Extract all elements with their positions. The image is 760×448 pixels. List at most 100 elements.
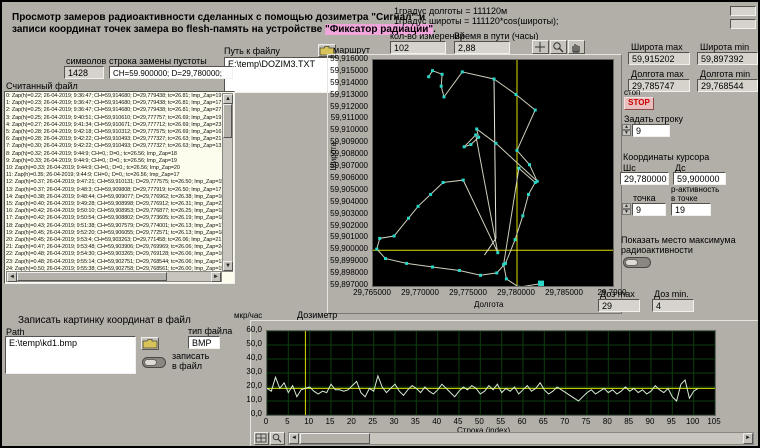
chars-value: 1428 — [64, 66, 104, 79]
table-row[interactable]: 10: Zap(h)=0.33; 26-04-2019; 9:44:9; CH=… — [6, 165, 223, 172]
dose-min-value: 4 — [652, 299, 694, 312]
route-plot[interactable] — [372, 59, 614, 287]
write-file-label-1: записать — [172, 351, 209, 361]
table-row[interactable]: 16: Zap(h)=0.42; 26-04-2019; 9:50:10; CH… — [6, 208, 223, 215]
scroll-down-icon[interactable]: ▼ — [223, 261, 233, 271]
cursor-y-value: 59,900000 — [673, 172, 726, 185]
save-browse-folder-button[interactable] — [141, 337, 159, 350]
decrement-icon[interactable]: ▼ — [622, 209, 631, 215]
table-row[interactable]: 7: Zap(h)=0.30; 26-04-2019; 9:42:22; CH=… — [6, 143, 223, 150]
table-row[interactable]: 11: Zap(h)=0.35; 26-04-2019; 9:44:9; CH=… — [6, 172, 223, 179]
table-row[interactable]: 18: Zap(h)=0.43; 26-04-2019; 9:51:38; CH… — [6, 223, 223, 230]
point-label: точка — [633, 193, 656, 203]
dose-max-value: 29 — [598, 299, 640, 312]
listbox-hscrollbar[interactable]: ◄ ► — [6, 271, 222, 282]
file-type-label: тип файла — [188, 326, 232, 336]
table-row[interactable]: 13: Zap(h)=0.37; 26-04-2019; 9:48:3; CH=… — [6, 187, 223, 194]
graph-cursor-tool-button[interactable] — [532, 40, 549, 54]
lon-max-label: Долгота max — [631, 69, 684, 79]
listbox-vscrollbar[interactable]: ▲ ▼ — [222, 93, 233, 272]
doz-palette-button-1[interactable] — [254, 432, 269, 445]
folder-icon — [142, 338, 158, 349]
corner-indicator-2 — [730, 19, 756, 29]
scroll-left-icon[interactable]: ◄ — [7, 272, 17, 282]
chars-label: символов — [66, 56, 106, 66]
time-label: Время в пути (часы) — [454, 31, 539, 41]
magnifier-icon — [551, 41, 566, 53]
app-title-line2: записи координат точек замера во flesh-п… — [12, 24, 436, 36]
table-row[interactable]: 5: Zap(h)=0.28; 26-04-2019; 9:42:18; CH=… — [6, 129, 223, 136]
table-row[interactable]: 14: Zap(h)=0.38; 26-04-2019; 9:48:44; CH… — [6, 194, 223, 201]
route-plot-svg — [373, 60, 613, 286]
table-row[interactable]: 3: Zap(h)=0.25; 26-04-2019; 9:40:51; CH=… — [6, 115, 223, 122]
show-max-toggle[interactable] — [623, 257, 651, 268]
table-row[interactable]: 1: Zap(h)=0.23; 26-04-2019; 9:36:47; CH=… — [6, 100, 223, 107]
magnifier-icon — [271, 433, 284, 444]
lat-max-label: Широта max — [631, 42, 683, 52]
set-row-spinner[interactable]: ▲▼ — [622, 124, 631, 137]
lat-max-value: 59,915202 — [628, 52, 690, 65]
file-listbox[interactable]: 0: Zap(h)=0.22; 26-04-2019; 9:36:47; CH=… — [4, 91, 235, 284]
table-row[interactable]: 0: Zap(h)=0.22; 26-04-2019; 9:36:47; CH=… — [6, 93, 223, 100]
scroll-left-icon[interactable]: ◄ — [289, 433, 299, 444]
file-listbox-rows: 0: Zap(h)=0.22; 26-04-2019; 9:36:47; CH=… — [6, 93, 223, 272]
toggle-knob — [144, 359, 157, 366]
window: Просмотр замеров радиоактивности сделанн… — [0, 0, 760, 448]
set-row-label: Задать строку — [624, 114, 683, 124]
scroll-right-icon[interactable]: ► — [743, 433, 753, 444]
table-row[interactable]: 20: Zap(h)=0.45; 26-04-2019; 9:53:4; CH=… — [6, 237, 223, 244]
show-max-label-1: Показать место максимума — [621, 235, 736, 245]
vscroll-thumb[interactable] — [223, 104, 232, 138]
empty-string-input[interactable]: CH=59.900000; D=29,780000; — [109, 66, 233, 79]
formula-longitude: 1градус долготы = 111120м — [394, 6, 507, 16]
table-row[interactable]: 23: Zap(h)=0.48; 26-04-2019; 9:55:14; CH… — [6, 259, 223, 266]
graph-zoom-tool-button[interactable] — [550, 40, 567, 54]
stop-button[interactable]: STOP — [624, 97, 654, 110]
lat-min-value: 59,897392 — [697, 52, 758, 65]
save-path-input[interactable]: E:\temp\kd1.bmp — [5, 336, 136, 374]
empty-string-label: строка замены пустоты — [109, 56, 207, 66]
lon-min-value: 29,768544 — [697, 79, 758, 92]
file-path-input[interactable]: E:\temp\DOZIM3.TXT — [224, 57, 338, 93]
table-row[interactable]: 22: Zap(h)=0.48; 26-04-2019; 9:54:30; CH… — [6, 251, 223, 258]
app-title-line2-pre: записи координат точек замера во flesh-п… — [12, 24, 325, 35]
doz-palette-button-2[interactable] — [270, 432, 285, 445]
point-input[interactable]: 9 — [632, 203, 666, 216]
table-row[interactable]: 21: Zap(h)=0.47; 26-04-2019; 9:53:48; CH… — [6, 244, 223, 251]
table-row[interactable]: 9: Zap(h)=0.33; 26-04-2019; 9:44:9; CH=0… — [6, 158, 223, 165]
table-row[interactable]: 17: Zap(h)=0.42; 26-04-2019; 9:50:54; CH… — [6, 215, 223, 222]
hand-icon — [569, 41, 584, 53]
lon-min-label: Долгота min — [700, 69, 750, 79]
table-row[interactable]: 8: Zap(h)=0.32; 26-04-2019; 9:44:9; CH=0… — [6, 151, 223, 158]
table-row[interactable]: 12: Zap(h)=0.37; 26-04-2019; 9:47:21; CH… — [6, 179, 223, 186]
table-row[interactable]: 6: Zap(h)=0.28; 26-04-2019; 9:42:22; CH=… — [6, 136, 223, 143]
route-y-axis-label: Широта — [329, 142, 339, 171]
doz-hscrollbar[interactable]: ◄ ► — [288, 432, 754, 445]
read-file-label: Считанный файл — [6, 81, 78, 91]
scroll-right-icon[interactable]: ► — [211, 272, 221, 282]
cursor-x-value: 29,780000 — [620, 172, 669, 185]
graph-pan-tool-button[interactable] — [568, 40, 585, 54]
table-row[interactable]: 2: Zap(h)=0.25; 26-04-2019; 9:36:47; CH=… — [6, 107, 223, 114]
crosshair-icon — [533, 41, 548, 53]
file-type-input[interactable]: BMP — [188, 336, 220, 349]
table-row[interactable]: 15: Zap(h)=0.40; 26-04-2019; 9:49:28; CH… — [6, 201, 223, 208]
write-file-toggle[interactable] — [142, 357, 166, 368]
show-max-label-2: радиоактивности — [621, 245, 693, 255]
save-panel-title: Записать картинку координат в файл — [18, 315, 191, 327]
point-spinner[interactable]: ▲▼ — [622, 203, 631, 216]
file-path-label: Путь к файлу — [224, 46, 280, 56]
set-row-input[interactable]: 9 — [632, 124, 670, 137]
scroll-up-icon[interactable]: ▲ — [223, 94, 233, 104]
table-row[interactable]: 4: Zap(h)=0.27; 26-04-2019; 9:41:34; CH=… — [6, 122, 223, 129]
doz-plot[interactable] — [266, 330, 716, 416]
hscroll-thumb[interactable] — [17, 272, 167, 281]
table-row[interactable]: 19: Zap(h)=0.45; 26-04-2019; 9:52:20; CH… — [6, 230, 223, 237]
time-value: 2,88 — [454, 41, 510, 54]
doz-hscroll-thumb[interactable] — [300, 433, 370, 444]
grid-icon — [255, 433, 268, 444]
dose-min-label: Доз min. — [654, 289, 689, 299]
decrement-icon[interactable]: ▼ — [622, 130, 631, 136]
doz-plot-svg — [267, 331, 715, 415]
lat-min-label: Широта min — [700, 42, 749, 52]
